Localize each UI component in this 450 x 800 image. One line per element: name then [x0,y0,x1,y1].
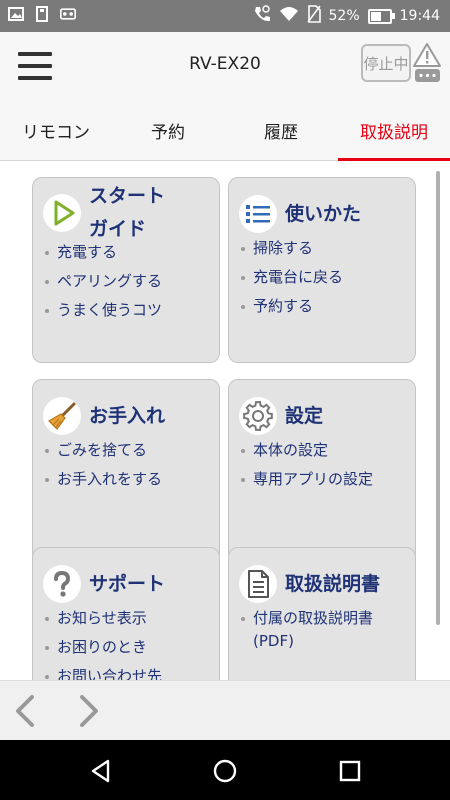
manual-content: スタート ガイド 充電する ペアリングする うまく使うコツ 使いかた 掃除する … [0,161,450,680]
notification-icons [8,6,76,22]
app-bar: RV-EX20 停止中 [0,32,450,100]
tab-schedule[interactable]: 予約 [112,100,224,160]
scrollbar[interactable] [436,171,440,625]
card-links: 充電する ペアリングする うまく使うコツ [43,238,213,325]
list-icon [239,195,277,233]
card-links: ごみを捨てる お手入れをする [43,436,213,494]
call-settings-icon [253,5,271,27]
link-tips[interactable]: うまく使うコツ [43,296,213,325]
page-navigation-bar [0,680,450,741]
card-maintenance[interactable]: お手入れ ごみを捨てる お手入れをする [32,379,220,565]
link-bundled-manual-pdf[interactable]: (PDF) [239,630,409,653]
card-instruction-manual[interactable]: 取扱説明書 付属の取扱説明書 (PDF) [228,547,416,680]
card-support[interactable]: サポート お知らせ表示 お困りのとき お問い合わせ先 [32,547,220,680]
home-circle-icon[interactable] [212,758,238,784]
battery-percent: 52% [328,8,360,24]
warning-icon[interactable] [412,42,442,84]
tab-manual[interactable]: 取扱説明 [338,100,450,161]
card-title: スタート ガイド [89,185,166,240]
document-icon [239,565,277,603]
battery-icon [367,8,395,24]
no-sim-icon [306,5,321,27]
back-triangle-icon[interactable] [88,758,114,784]
broom-icon [43,397,81,435]
link-app-settings[interactable]: 専用アプリの設定 [239,465,409,494]
link-schedule[interactable]: 予約する [239,292,409,321]
card-header: スタート ガイド [43,182,213,244]
link-bundled-manual[interactable]: 付属の取扱説明書 [239,604,409,630]
card-title: 使いかた [285,202,362,225]
system-indicators: 52% 19:44 [253,0,440,32]
card-settings[interactable]: 設定 本体の設定 専用アプリの設定 [228,379,416,565]
card-links: 本体の設定 専用アプリの設定 [239,436,409,494]
card-title: 取扱説明書 [285,572,381,595]
link-maintenance[interactable]: お手入れをする [43,465,213,494]
question-icon [43,565,81,603]
card-title: お手入れ [89,404,166,427]
system-navigation-bar [0,740,450,800]
status-bar: 52% 19:44 [0,0,450,32]
clock: 19:44 [399,8,440,24]
gear-icon [239,397,277,435]
wifi-icon [279,6,299,26]
image-icon [8,6,24,22]
recents-square-icon[interactable] [337,758,363,784]
back-arrow-icon[interactable] [8,693,44,729]
card-links: 付属の取扱説明書 (PDF) [239,604,409,653]
link-troubleshooting[interactable]: お困りのとき [43,633,213,662]
link-clean[interactable]: 掃除する [239,234,409,263]
tab-remote[interactable]: リモコン [0,100,112,160]
battery-level [370,11,382,21]
play-icon [43,194,81,232]
card-start-guide[interactable]: スタート ガイド 充電する ペアリングする うまく使うコツ [32,177,220,363]
link-contact[interactable]: お問い合わせ先 [43,662,213,680]
link-device-settings[interactable]: 本体の設定 [239,436,409,465]
card-links: 掃除する 充電台に戻る 予約する [239,234,409,321]
tab-history[interactable]: 履歴 [225,100,337,160]
link-notifications[interactable]: お知らせ表示 [43,604,213,633]
link-empty-dust[interactable]: ごみを捨てる [43,436,213,465]
link-pairing[interactable]: ペアリングする [43,267,213,296]
tab-bar: リモコン 予約 履歴 取扱説明 [0,100,450,161]
link-charge[interactable]: 充電する [43,238,213,267]
forward-arrow-icon[interactable] [70,693,106,729]
card-title: 設定 [285,404,324,427]
link-return-to-dock[interactable]: 充電台に戻る [239,263,409,292]
card-how-to-use[interactable]: 使いかた 掃除する 充電台に戻る 予約する [228,177,416,363]
voicemail-icon [60,6,76,22]
sd-card-icon [34,6,50,22]
card-title: サポート [89,572,166,595]
card-links: お知らせ表示 お困りのとき お問い合わせ先 [43,604,213,680]
stop-button[interactable]: 停止中 [361,44,411,82]
